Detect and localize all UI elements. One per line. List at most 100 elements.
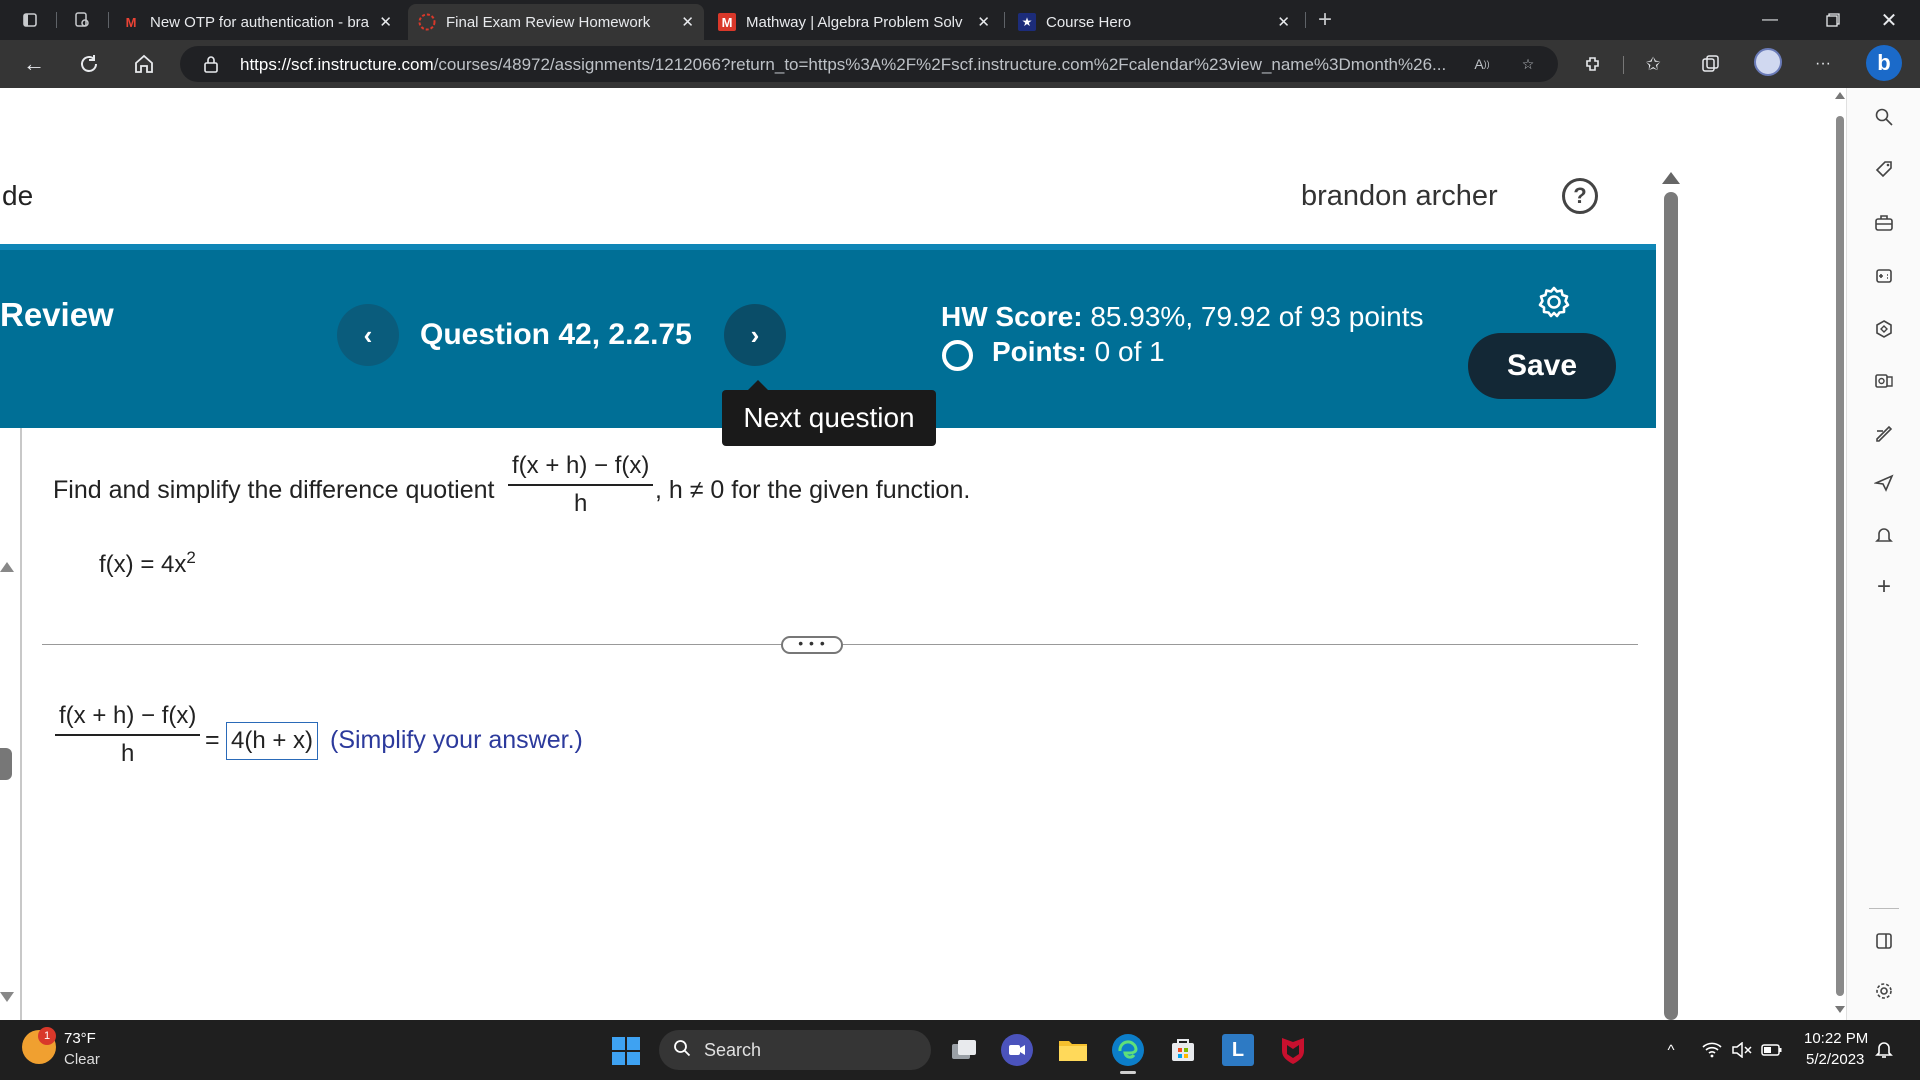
clock-date[interactable]: 5/2/2023 — [1806, 1051, 1864, 1068]
microsoft-store-icon[interactable] — [1167, 1034, 1199, 1066]
close-icon[interactable]: ✕ — [681, 13, 694, 31]
scroll-thumb[interactable] — [1836, 116, 1844, 996]
settings-gear-icon[interactable] — [1536, 284, 1572, 320]
close-icon[interactable]: ✕ — [1277, 13, 1290, 31]
volume-muted-icon[interactable] — [1730, 1038, 1754, 1062]
chevron-left-icon: ‹ — [363, 319, 373, 350]
next-question-button[interactable]: › — [724, 304, 786, 366]
lock-icon[interactable] — [202, 55, 220, 73]
url-field[interactable]: https://scf.instructure.com/courses/4897… — [180, 46, 1558, 82]
restore-icon[interactable] — [1810, 6, 1856, 34]
function-lhs: f(x) = 4x — [99, 551, 187, 578]
save-button[interactable]: Save — [1468, 333, 1616, 399]
close-window-icon[interactable]: ✕ — [1866, 6, 1912, 34]
taskbar-search-box[interactable]: Search — [659, 1030, 931, 1070]
pane-scroll-up-icon[interactable] — [0, 562, 14, 572]
tab-mathway[interactable]: M Mathway | Algebra Problem Solv ✕ — [708, 4, 1000, 40]
launcher-l-icon[interactable]: L — [1222, 1034, 1254, 1066]
points-value: 0 of 1 — [1094, 336, 1165, 367]
function-exponent: 2 — [186, 548, 196, 567]
windows-start-icon[interactable] — [612, 1037, 640, 1065]
tools-icon[interactable] — [1869, 208, 1899, 238]
drop-icon[interactable] — [1869, 418, 1899, 448]
scroll-up-icon[interactable] — [1835, 92, 1845, 99]
next-question-tooltip: Next question — [722, 390, 936, 446]
notifications-icon[interactable] — [1869, 520, 1899, 550]
favorites-icon[interactable]: ✩ — [1640, 51, 1666, 77]
mathway-icon: M — [718, 13, 736, 31]
answer-input[interactable]: 4(h + x) — [226, 722, 319, 760]
equals-sign: = — [205, 726, 220, 754]
chevron-up-icon[interactable]: ^ — [1659, 1038, 1683, 1062]
wifi-icon[interactable] — [1700, 1038, 1724, 1062]
outlook-icon[interactable] — [1869, 366, 1899, 396]
gmail-icon: M — [125, 14, 137, 30]
extensions-icon[interactable] — [1580, 51, 1606, 77]
edge-browser-icon[interactable] — [1112, 1034, 1144, 1066]
browser-scrollbar[interactable] — [1834, 88, 1846, 1020]
user-name[interactable]: brandon archer — [1301, 180, 1498, 213]
assignment-title: Review — [0, 296, 114, 333]
clock-time[interactable]: 10:22 PM — [1804, 1030, 1868, 1047]
weather-condition[interactable]: Clear — [64, 1051, 100, 1068]
workspaces-icon[interactable] — [70, 8, 94, 32]
search-icon — [673, 1039, 691, 1062]
previous-question-button[interactable]: ‹ — [337, 304, 399, 366]
url-path: /courses/48972/assignments/1212066?retur… — [433, 55, 1447, 74]
help-icon[interactable]: ? — [1562, 178, 1598, 214]
add-icon[interactable]: + — [1869, 572, 1899, 602]
minimize-icon[interactable]: — — [1747, 6, 1793, 34]
pearson-icon — [418, 13, 436, 31]
edge-sidebar: + — [1846, 88, 1920, 1020]
file-explorer-icon[interactable] — [1057, 1034, 1089, 1066]
answer-hint: (Simplify your answer.) — [330, 726, 583, 754]
battery-icon[interactable] — [1760, 1038, 1784, 1062]
mcafee-shield-icon[interactable] — [1277, 1034, 1309, 1066]
active-app-indicator — [1120, 1071, 1136, 1074]
tab-label: Final Exam Review Homework — [446, 13, 651, 31]
new-tab-icon[interactable]: + — [1313, 6, 1337, 33]
bing-chat-icon[interactable]: b — [1866, 45, 1902, 81]
tab-final-exam[interactable]: Final Exam Review Homework ✕ — [408, 4, 704, 40]
split-screen-icon[interactable] — [1869, 926, 1899, 956]
close-icon[interactable]: ✕ — [379, 13, 392, 31]
scroll-up-icon[interactable] — [1662, 172, 1680, 184]
shopping-tag-icon[interactable] — [1869, 154, 1899, 184]
collections-icon[interactable] — [1698, 51, 1724, 77]
tab-actions-icon[interactable] — [18, 8, 42, 32]
scroll-thumb[interactable] — [1664, 192, 1678, 1020]
site-title: de — [2, 180, 34, 211]
answer-denominator: h — [121, 740, 135, 767]
close-icon[interactable]: ✕ — [977, 13, 990, 31]
hw-score: HW Score: 85.93%, 79.92 of 93 points — [941, 301, 1424, 333]
task-view-icon[interactable] — [948, 1034, 980, 1066]
weather-temperature[interactable]: 73°F — [64, 1030, 96, 1047]
notification-center-icon[interactable] — [1872, 1038, 1896, 1062]
office-icon[interactable] — [1869, 314, 1899, 344]
scroll-down-icon[interactable] — [1835, 1006, 1845, 1013]
tab-course-hero[interactable]: ★ Course Hero ✕ — [1008, 4, 1300, 40]
refresh-icon[interactable] — [75, 50, 103, 78]
expand-more-button[interactable]: • • • — [781, 636, 843, 654]
search-icon[interactable] — [1869, 102, 1899, 132]
back-icon[interactable]: ← — [20, 50, 48, 78]
sidebar-settings-icon[interactable] — [1869, 976, 1899, 1006]
profile-avatar[interactable] — [1754, 48, 1782, 76]
games-icon[interactable] — [1869, 260, 1899, 290]
hw-score-label: HW Score: — [941, 301, 1083, 332]
add-favorite-icon[interactable]: ☆ — [1516, 53, 1540, 75]
pane-scroll-thumb[interactable] — [0, 748, 12, 780]
send-icon[interactable] — [1869, 468, 1899, 498]
weather-badge: 1 — [38, 1027, 56, 1045]
sidebar-divider — [1869, 908, 1899, 909]
more-menu-icon[interactable]: ··· — [1810, 51, 1836, 77]
pane-scroll-down-icon[interactable] — [0, 992, 14, 1002]
chevron-right-icon: › — [750, 319, 760, 350]
home-icon[interactable] — [130, 50, 158, 78]
url-host: https://scf.instructure.com — [240, 55, 434, 74]
tab-gmail[interactable]: M New OTP for authentication - bra ✕ — [112, 4, 402, 40]
teams-chat-icon[interactable] — [1001, 1034, 1033, 1066]
page-scrollbar[interactable] — [1662, 172, 1680, 1020]
pane-divider[interactable] — [20, 428, 22, 1020]
read-aloud-icon[interactable]: A)) — [1470, 53, 1494, 75]
